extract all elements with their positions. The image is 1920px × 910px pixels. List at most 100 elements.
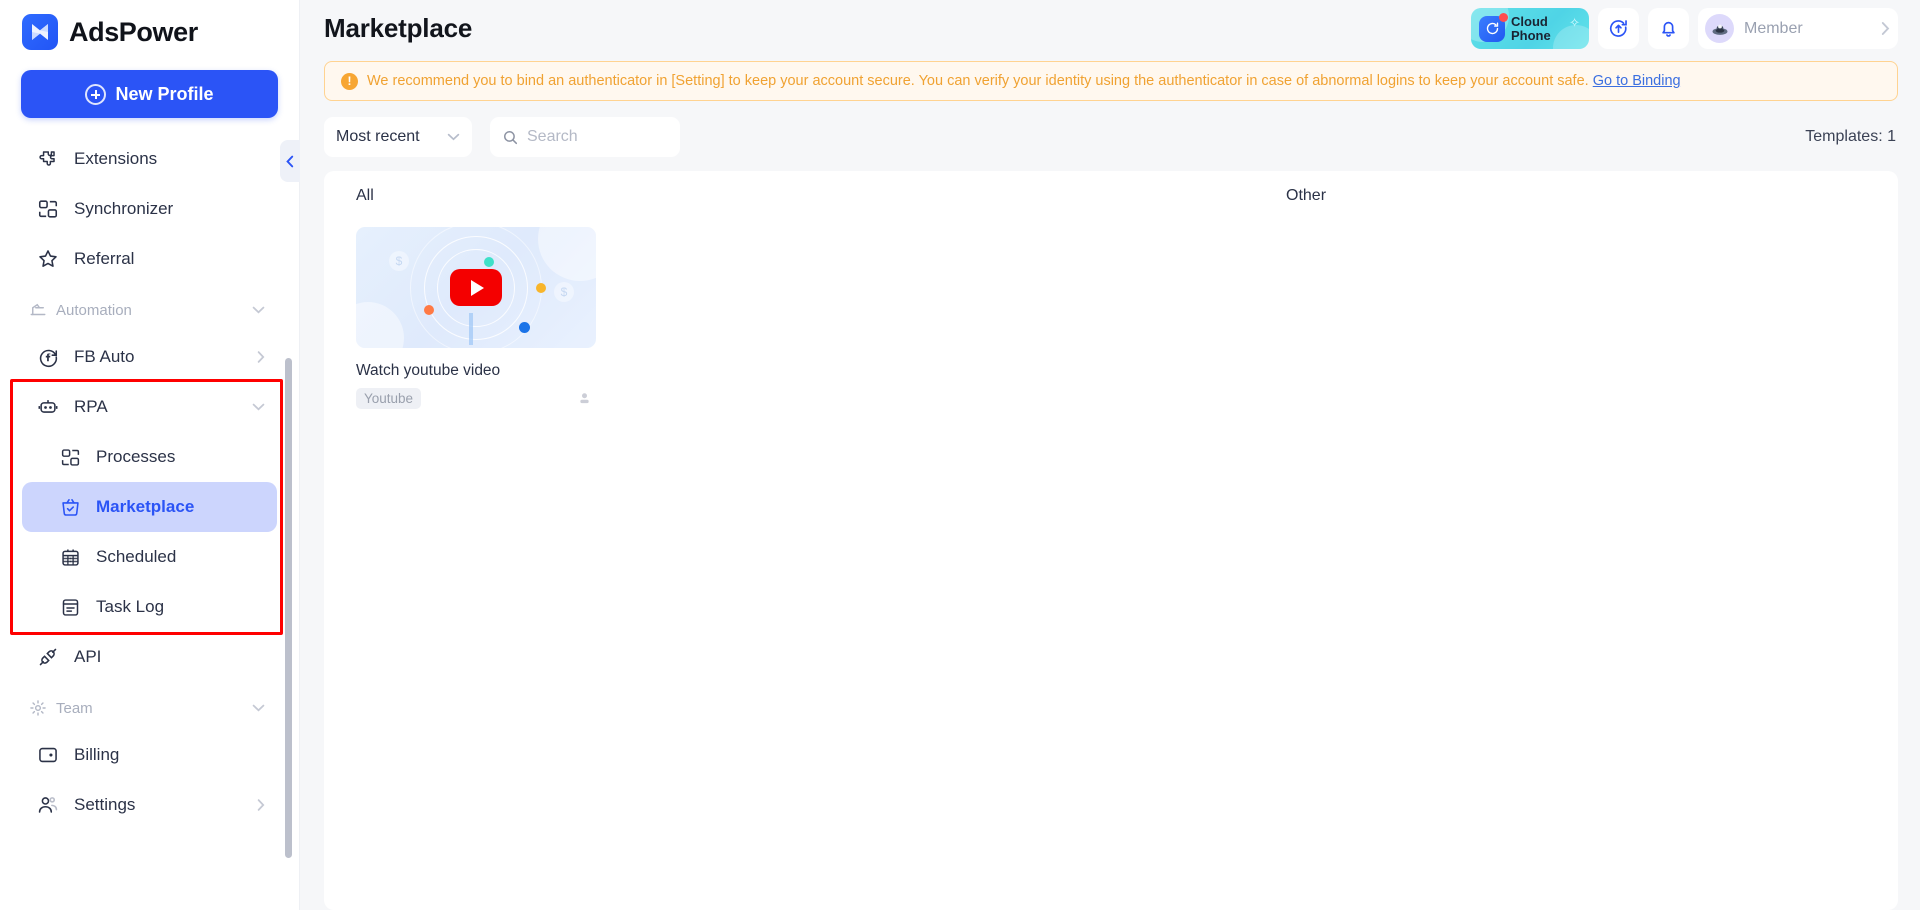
sort-value: Most recent bbox=[336, 128, 420, 145]
tab-other[interactable]: Other bbox=[1286, 187, 1326, 205]
tab-all[interactable]: All bbox=[356, 187, 374, 205]
sidebar-section-automation[interactable]: Automation bbox=[22, 290, 277, 330]
sidebar-item-label: Marketplace bbox=[96, 497, 195, 516]
coin-icon: $ bbox=[554, 282, 574, 302]
topbar-actions: Cloud Phone ✧ Member bbox=[1471, 8, 1898, 49]
people-icon bbox=[36, 793, 60, 817]
warning-icon: ! bbox=[341, 72, 358, 90]
sidebar-item-rpa[interactable]: RPA bbox=[22, 382, 277, 432]
chevron-down-icon bbox=[447, 133, 460, 141]
search-icon bbox=[502, 129, 519, 146]
new-profile-button[interactable]: New Profile bbox=[21, 70, 278, 118]
processes-icon bbox=[58, 445, 82, 469]
puzzle-icon bbox=[36, 147, 60, 171]
sidebar-item-fb-auto[interactable]: FB Auto bbox=[22, 332, 277, 382]
chevron-right-icon bbox=[257, 351, 265, 364]
sidebar-item-label: RPA bbox=[74, 397, 108, 416]
chevron-down-icon bbox=[252, 704, 265, 712]
templates-panel: All Other $ $ Watch youtube video Youtub… bbox=[324, 171, 1898, 910]
cloud-phone-icon bbox=[1479, 12, 1508, 42]
api-icon bbox=[36, 645, 60, 669]
notification-button[interactable] bbox=[1648, 8, 1689, 49]
template-meta: Youtube bbox=[356, 388, 596, 409]
template-thumbnail: $ $ bbox=[356, 227, 596, 348]
search-input[interactable] bbox=[527, 128, 668, 146]
sidebar-item-label: Referral bbox=[74, 249, 135, 268]
sparkle-icon: ✧ bbox=[1569, 15, 1580, 30]
upload-sync-icon bbox=[1608, 18, 1629, 39]
sidebar-item-processes[interactable]: Processes bbox=[22, 432, 277, 482]
sidebar-item-label: Task Log bbox=[96, 597, 165, 616]
template-title: Watch youtube video bbox=[356, 362, 501, 379]
billing-wallet-icon bbox=[36, 743, 60, 767]
sidebar-section-label: Automation bbox=[56, 301, 132, 319]
person-icon bbox=[577, 391, 592, 406]
sidebar-item-label: Billing bbox=[74, 745, 120, 764]
star-icon bbox=[36, 247, 60, 271]
sidebar-item-label: FB Auto bbox=[74, 347, 135, 366]
sidebar-item-label: Synchronizer bbox=[74, 199, 174, 218]
category-tabs: All Other bbox=[324, 171, 1898, 211]
sidebar-section-team[interactable]: Team bbox=[22, 688, 277, 728]
new-profile-label: New Profile bbox=[115, 83, 214, 104]
automation-icon bbox=[28, 300, 48, 320]
main-area: Marketplace Cloud Phone ✧ Member ! We re… bbox=[300, 0, 1920, 910]
template-tag: Youtube bbox=[356, 388, 422, 409]
sidebar-item-marketplace[interactable]: Marketplace bbox=[22, 482, 277, 532]
cloud-phone-button[interactable]: Cloud Phone ✧ bbox=[1471, 8, 1589, 49]
sidebar: AdsPower New Profile Extensions Synchron… bbox=[0, 0, 300, 910]
template-users bbox=[577, 391, 596, 406]
marketplace-basket-icon bbox=[58, 495, 82, 519]
sync-windows-icon bbox=[36, 197, 60, 221]
template-card[interactable]: $ $ Watch youtube video Youtube bbox=[356, 227, 596, 409]
sidebar-section-label: Team bbox=[56, 699, 93, 717]
robot-icon bbox=[36, 395, 60, 419]
sidebar-item-referral[interactable]: Referral bbox=[22, 234, 277, 284]
calendar-icon bbox=[58, 545, 82, 569]
sidebar-collapse-button[interactable] bbox=[280, 140, 300, 182]
banner-text: We recommend you to bind an authenticato… bbox=[367, 73, 1681, 89]
template-grid: $ $ Watch youtube video Youtube bbox=[324, 211, 1898, 425]
user-name: Member bbox=[1744, 19, 1803, 37]
sidebar-item-label: API bbox=[74, 647, 102, 666]
page-title: Marketplace bbox=[324, 13, 473, 43]
sidebar-item-extensions[interactable]: Extensions bbox=[22, 134, 277, 184]
sidebar-item-label: Processes bbox=[96, 447, 176, 466]
rpa-group: RPA Processes Marketplace Scheduled Task… bbox=[0, 379, 299, 635]
sidebar-item-label: Extensions bbox=[74, 149, 158, 168]
sort-dropdown[interactable]: Most recent bbox=[324, 117, 472, 157]
sidebar-nav: Extensions Synchronizer Referral Automat… bbox=[0, 134, 299, 910]
facebook-auto-icon bbox=[36, 345, 60, 369]
sidebar-scrollbar[interactable] bbox=[285, 358, 292, 858]
sidebar-item-task-log[interactable]: Task Log bbox=[22, 582, 277, 632]
chevron-down-icon bbox=[252, 403, 265, 411]
search-box[interactable] bbox=[490, 117, 680, 157]
chevron-right-icon bbox=[1881, 21, 1890, 36]
sidebar-item-settings[interactable]: Settings bbox=[22, 780, 277, 830]
notification-dot bbox=[1499, 12, 1508, 22]
toolbar: Most recent Templates: 1 bbox=[300, 101, 1920, 171]
security-banner: ! We recommend you to bind an authentica… bbox=[324, 61, 1898, 101]
bell-icon bbox=[1658, 18, 1679, 39]
user-menu[interactable]: Member bbox=[1698, 8, 1898, 49]
chevron-right-icon bbox=[257, 799, 265, 812]
go-to-binding-link[interactable]: Go to Binding bbox=[1593, 73, 1681, 89]
brand: AdsPower bbox=[0, 0, 299, 62]
templates-count: Templates: 1 bbox=[1805, 128, 1896, 145]
app-root: AdsPower New Profile Extensions Synchron… bbox=[0, 0, 1920, 910]
cloud-phone-label: Cloud Phone bbox=[1511, 13, 1551, 43]
coin-icon: $ bbox=[389, 251, 409, 271]
task-log-icon bbox=[58, 595, 82, 619]
adspower-logo-icon bbox=[22, 14, 58, 50]
topbar: Marketplace Cloud Phone ✧ Member bbox=[300, 0, 1920, 57]
sidebar-item-api[interactable]: API bbox=[22, 632, 277, 682]
brand-name: AdsPower bbox=[69, 16, 198, 47]
sidebar-item-label: Scheduled bbox=[96, 547, 177, 566]
sidebar-item-synchronizer[interactable]: Synchronizer bbox=[22, 184, 277, 234]
sidebar-item-billing[interactable]: Billing bbox=[22, 730, 277, 780]
upload-sync-button[interactable] bbox=[1598, 8, 1639, 49]
sidebar-item-label: Settings bbox=[74, 795, 136, 814]
sidebar-item-scheduled[interactable]: Scheduled bbox=[22, 532, 277, 582]
avatar bbox=[1705, 14, 1734, 43]
chevron-down-icon bbox=[252, 306, 265, 314]
